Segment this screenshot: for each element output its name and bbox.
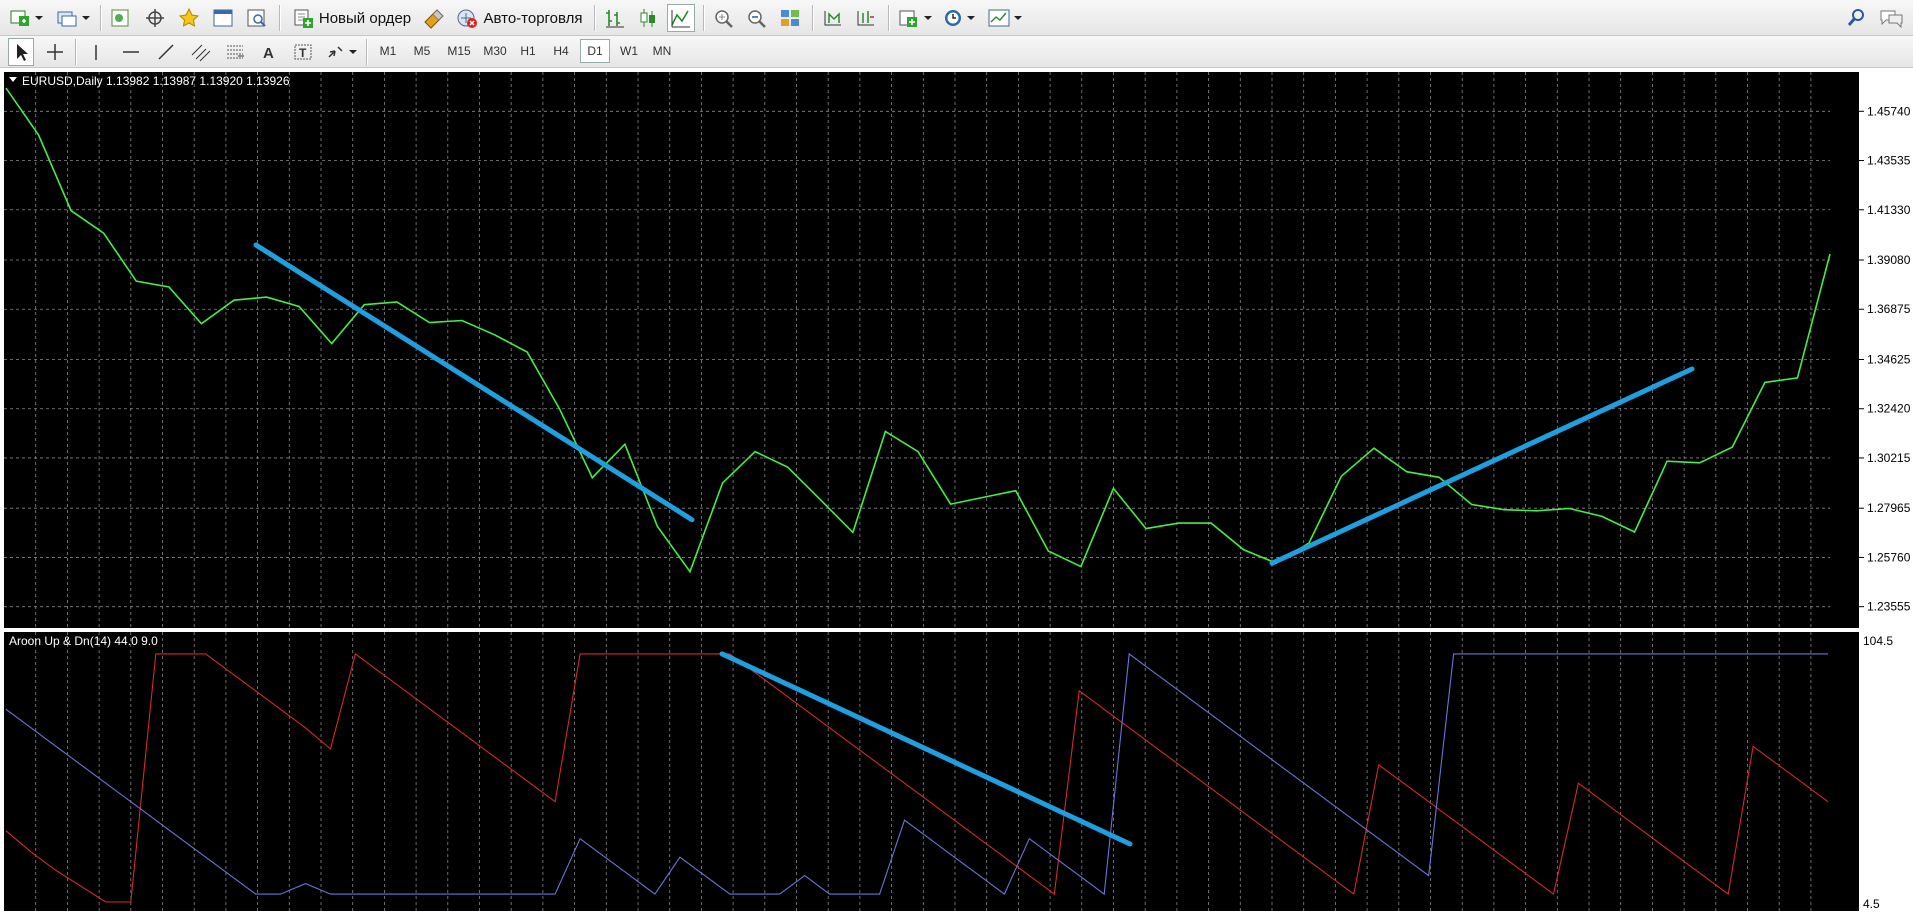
zoom-out-icon[interactable] (743, 4, 771, 32)
price-level-label: 1.32420 (1867, 402, 1911, 416)
price-level-label: 1.39080 (1867, 253, 1911, 267)
templates-icon[interactable] (985, 4, 1025, 32)
tile-windows-icon[interactable] (776, 4, 804, 32)
cursor-arrow-icon[interactable] (8, 38, 34, 66)
crosshair-target-icon[interactable] (141, 4, 169, 32)
main-toolbar: Новый ордер Авто-торговля (0, 0, 1913, 36)
timeframe-h1[interactable]: H1 (513, 39, 543, 63)
indicators-list-icon[interactable] (895, 4, 935, 32)
timeframe-h4[interactable]: H4 (546, 39, 576, 63)
price-level-label: 1.25760 (1867, 550, 1911, 564)
main-chart-pane[interactable] (4, 72, 1859, 628)
indicator-legend-text: Aroon Up & Dn(14) 44.0 9.0 (9, 634, 158, 648)
indicator-scale-min: 4.5 (1863, 897, 1880, 911)
profiles-icon[interactable] (52, 4, 92, 32)
metaeditor-icon[interactable] (420, 4, 448, 32)
price-axis: 1.45740 1.43535 1.41330 1.39080 1.36875 1.346… (1859, 104, 1911, 614)
main-legend: EURUSD,Daily 1.13982 1.13987 1.13920 1.1… (9, 74, 290, 88)
price-level-label: 1.41330 (1867, 203, 1911, 217)
chat-bubble-icon[interactable] (1876, 4, 1908, 32)
horizontal-line-icon[interactable] (118, 38, 144, 66)
auto-scroll-icon[interactable] (819, 4, 847, 32)
main-legend-text: EURUSD,Daily 1.13982 1.13987 1.13920 1.1… (22, 74, 290, 88)
timeframe-m15[interactable]: M15 (441, 39, 477, 63)
text-label-icon[interactable]: T (290, 38, 316, 66)
price-level-label: 1.34625 (1867, 352, 1911, 366)
drawing-toolbar: A T M1 M5 M15 M30 H1 H4 D1 W1 MN (0, 36, 1913, 68)
timeframe-d1[interactable]: D1 (580, 39, 610, 63)
zoom-in-icon[interactable] (710, 4, 738, 32)
chart-window[interactable]: 1.45740 1.43535 1.41330 1.39080 1.36875 1.346… (0, 68, 1913, 913)
navigator-star-icon[interactable] (175, 4, 203, 32)
new-order-icon (294, 9, 313, 28)
autotrading-button[interactable]: Авто-торговля (452, 4, 586, 32)
market-watch-icon[interactable] (107, 4, 135, 32)
price-and-indicator-charts[interactable]: 1.45740 1.43535 1.41330 1.39080 1.36875 1.346… (0, 68, 1913, 913)
price-level-label: 1.43535 (1867, 154, 1911, 168)
svg-text:A: A (263, 45, 274, 62)
indicator-scale-max: 104.5 (1863, 634, 1893, 648)
terminal-window-icon[interactable] (209, 4, 237, 32)
timeframe-m1[interactable]: M1 (373, 39, 403, 63)
equidistant-channel-icon[interactable] (188, 38, 214, 66)
crosshair-icon[interactable] (42, 38, 68, 66)
fibonacci-retracement-icon[interactable] (222, 38, 248, 66)
bar-chart-icon[interactable] (601, 4, 629, 32)
trendline-icon[interactable] (153, 38, 179, 66)
timeframe-m30[interactable]: M30 (477, 39, 513, 63)
autotrading-label: Авто-торговля (483, 9, 583, 27)
autotrading-icon (457, 9, 478, 28)
text-tool-icon[interactable]: A (256, 38, 282, 66)
new-chart-icon[interactable] (6, 4, 46, 32)
timeframe-w1[interactable]: W1 (614, 39, 644, 63)
price-level-label: 1.27965 (1867, 501, 1911, 515)
periods-clock-icon[interactable] (940, 4, 980, 32)
chart-shift-icon[interactable] (852, 4, 880, 32)
new-order-label: Новый ордер (318, 9, 412, 27)
vertical-line-icon[interactable] (83, 38, 109, 66)
arrows-shapes-icon[interactable] (324, 38, 360, 66)
svg-text:T: T (299, 46, 307, 60)
indicator-pane[interactable] (4, 632, 1859, 911)
price-level-label: 1.45740 (1867, 104, 1911, 118)
candlestick-chart-icon[interactable] (634, 4, 662, 32)
new-order-button[interactable]: Новый ордер (286, 4, 416, 32)
timeframe-mn[interactable]: MN (647, 39, 677, 63)
search-icon[interactable] (1843, 4, 1871, 32)
line-chart-icon[interactable] (667, 4, 695, 32)
price-level-label: 1.36875 (1867, 302, 1911, 316)
strategy-tester-icon[interactable] (243, 4, 271, 32)
price-level-label: 1.23555 (1867, 600, 1911, 614)
timeframe-m5[interactable]: M5 (407, 39, 437, 63)
price-level-label: 1.30215 (1867, 451, 1911, 465)
